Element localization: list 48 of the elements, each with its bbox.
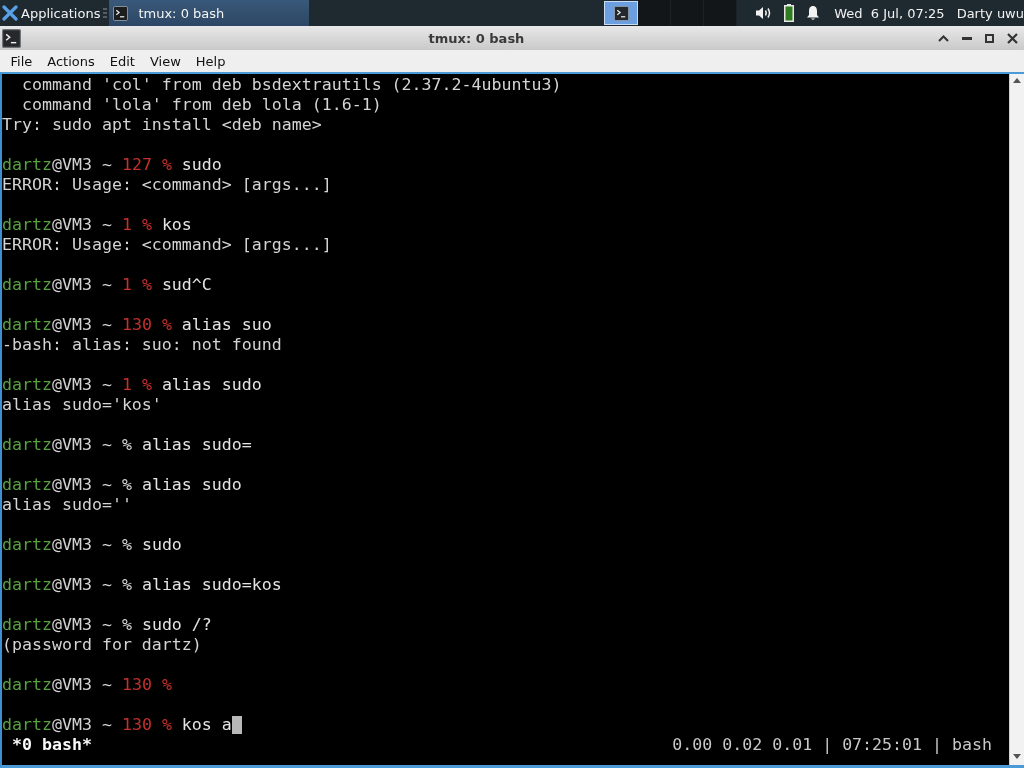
output-line: ERROR: Usage: <command> [args...]	[2, 235, 332, 255]
window-title: tmux: 0 bash	[427, 30, 526, 46]
caret-down-icon	[1013, 754, 1021, 759]
caret-up-icon	[1013, 78, 1021, 83]
output-line: -bash: alias: suo: not found	[2, 335, 282, 355]
prompt-line: dartz@VM3 ~ % alias sudo=kos	[2, 575, 282, 595]
terminal-icon	[113, 5, 129, 21]
output-line: command 'lola' from deb lola (1.6-1)	[20, 95, 382, 115]
chevron-up-icon	[938, 34, 949, 42]
output-line: command 'col' from deb bsdextrautils (2.37.2-4ubuntu3)	[20, 75, 562, 95]
output-line: ERROR: Usage: <command> [args...]	[2, 175, 332, 195]
prompt-line: dartz@VM3 ~ 130 % alias suo	[2, 315, 272, 335]
grip-icon	[103, 8, 108, 18]
menu-item[interactable]: Edit	[102, 51, 142, 71]
output-line: alias sudo='kos'	[2, 395, 162, 415]
prompt-line: dartz@VM3 ~ % alias sudo=	[2, 435, 252, 455]
terminal-icon	[2, 28, 21, 48]
prompt-line: dartz@VM3 ~ 1 % kos	[2, 215, 192, 235]
tmux-status-info: 0.00 0.02 0.01 | 07:25:01 | bash	[672, 735, 992, 755]
prompt-line: dartz@VM3 ~ 127 % sudo	[2, 155, 222, 175]
output-line: Try: sudo apt install <deb name>	[2, 115, 322, 135]
tmux-window-label: *0 bash*	[12, 735, 92, 755]
bell-icon	[806, 5, 821, 21]
close-icon	[1007, 32, 1018, 44]
maximize-icon	[985, 33, 994, 43]
menu-item[interactable]: View	[142, 51, 188, 71]
prompt-line: dartz@VM3 ~ 1 % alias sudo	[2, 375, 262, 395]
applications-menu-button[interactable]: Applications	[0, 0, 101, 26]
menu-item[interactable]: Actions	[40, 51, 102, 71]
menu-item[interactable]: Help	[188, 51, 233, 71]
prompt-line: dartz@VM3 ~ 130 % kos a	[2, 715, 232, 735]
x-logo-icon	[2, 5, 18, 21]
task-button[interactable]: tmux: 0 bash	[109, 0, 310, 26]
clock-text: Wed 6 Jul, 07:25	[834, 5, 945, 21]
battery-icon	[784, 4, 795, 22]
prompt-line: dartz@VM3 ~ 1 % sud^C	[2, 275, 212, 295]
minimize-icon	[961, 36, 972, 40]
prompt-line: dartz@VM3 ~ 130 %	[2, 675, 172, 695]
scrollbar[interactable]	[1009, 74, 1024, 765]
user-menu-button[interactable]: Darty uwu	[956, 5, 1024, 21]
prompt-line: dartz@VM3 ~ % sudo /?	[2, 615, 212, 635]
output-line: alias sudo=''	[2, 495, 132, 515]
prompt-line: dartz@VM3 ~ % alias sudo	[2, 475, 242, 495]
volume-icon	[755, 6, 773, 20]
prompt-line: dartz@VM3 ~ % sudo	[2, 535, 182, 555]
terminal-icon	[613, 5, 629, 21]
menu-item[interactable]: File	[3, 51, 40, 71]
output-line: (password for dartz)	[2, 635, 202, 655]
